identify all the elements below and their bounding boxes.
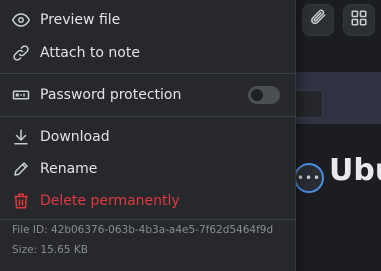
menu-item-attach-to-note[interactable]: Attach to note <box>0 39 296 67</box>
menu-item-label: Rename <box>40 161 98 177</box>
note-title: Ubu <box>329 153 381 188</box>
menu-item-download[interactable]: Download <box>0 123 296 151</box>
file-id-text: File ID: 42b06376-063b-4b3a-a4e5-7f62d54… <box>12 224 274 236</box>
grid-view-button[interactable] <box>343 4 375 36</box>
menu-divider <box>0 73 296 74</box>
toggle-knob <box>251 89 263 101</box>
paperclip-icon <box>309 9 327 31</box>
more-dots-icon: ••• <box>296 171 322 185</box>
trash-icon <box>12 192 30 210</box>
eye-icon <box>12 11 30 29</box>
more-options-button[interactable]: ••• <box>294 163 324 193</box>
pencil-icon <box>12 160 30 178</box>
menu-divider <box>0 116 296 117</box>
menu-item-label: Attach to note <box>40 45 140 61</box>
app-window: ••• Ubu Preview file Attach to note <box>0 0 381 271</box>
menu-item-preview-file[interactable]: Preview file <box>0 6 296 34</box>
menu-item-label: Download <box>40 129 110 145</box>
grid-icon <box>350 9 368 31</box>
menu-item-label: Password protection <box>40 87 182 103</box>
attach-button[interactable] <box>302 4 334 36</box>
file-size-text: Size: 15.65 KB <box>12 244 88 256</box>
menu-item-label: Delete permanently <box>40 193 180 209</box>
file-options-menu: Preview file Attach to note Password pro… <box>0 0 296 271</box>
download-icon <box>12 128 30 146</box>
menu-divider <box>0 219 296 220</box>
menu-item-rename[interactable]: Rename <box>0 155 296 183</box>
password-protection-toggle[interactable] <box>248 86 280 104</box>
menu-item-label: Preview file <box>40 12 121 28</box>
menu-item-delete-permanently[interactable]: Delete permanently <box>0 187 296 215</box>
password-icon <box>12 86 30 104</box>
link-icon <box>12 44 30 62</box>
